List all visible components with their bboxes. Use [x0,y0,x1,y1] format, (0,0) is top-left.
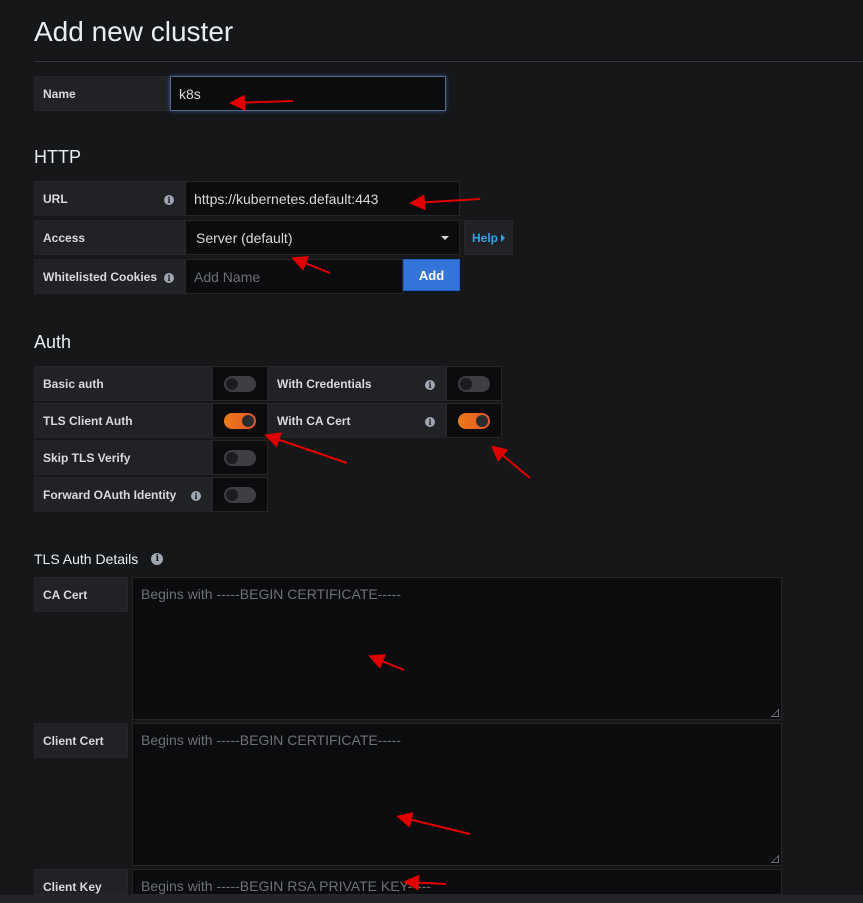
toggle-switch [224,486,256,503]
info-icon: i [151,553,164,565]
info-icon: i [425,416,435,427]
with-ca-cert-toggle[interactable] [446,403,502,438]
tls-details-title-text: TLS Auth Details [34,551,139,567]
forward-oauth-toggle[interactable] [212,477,268,512]
url-info-button[interactable]: i [164,192,174,206]
toggle-switch [224,412,256,429]
ca-cert-placeholder: Begins with -----BEGIN CERTIFICATE----- [141,586,402,602]
http-section-title: HTTP [34,147,81,167]
caret-down-icon [441,235,449,240]
forward-oauth-label: Forward OAuth Identity i [34,477,212,512]
basic-auth-toggle[interactable] [212,366,268,401]
toggle-switch [224,449,256,466]
info-icon: i [425,379,435,390]
client-cert-textarea[interactable]: Begins with -----BEGIN CERTIFICATE----- [132,723,782,866]
url-input[interactable]: https://kubernetes.default:443 [185,181,460,216]
tls-client-auth-label: TLS Client Auth [34,403,212,438]
client-key-textarea[interactable]: Begins with -----BEGIN RSA PRIVATE KEY--… [132,869,782,895]
client-key-label: Client Key [34,869,128,895]
page-title: Add new cluster [34,16,234,47]
whitelisted-cookies-label: Whitelisted Cookies i [34,259,185,294]
name-input-value: k8s [179,85,201,102]
with-ca-cert-label-text: With CA Cert [277,413,351,428]
basic-auth-label: Basic auth [34,366,212,401]
access-label: Access [34,220,185,255]
name-label: Name [34,76,170,111]
tls-details-title: TLS Auth Details i [34,551,164,567]
help-button-label: Help [471,230,498,245]
basic-auth-label-text: Basic auth [43,376,104,391]
tls-client-auth-label-text: TLS Client Auth [43,413,133,428]
toggle-switch [224,375,256,392]
with-credentials-label: With Credentials i [268,366,446,401]
cookie-name-input[interactable]: Add Name [185,259,403,294]
toggle-switch [458,412,490,429]
cookie-name-placeholder: Add Name [194,268,261,285]
access-select-value: Server (default) [196,229,293,246]
skip-tls-verify-label-text: Skip TLS Verify [43,450,131,465]
forward-oauth-label-text: Forward OAuth Identity [43,487,177,502]
client-cert-placeholder: Begins with -----BEGIN CERTIFICATE----- [141,732,402,748]
info-icon: i [164,194,174,205]
ca-cert-textarea[interactable]: Begins with -----BEGIN CERTIFICATE----- [132,577,782,720]
client-cert-label: Client Cert [34,723,128,758]
with-ca-cert-info-button[interactable]: i [425,414,435,428]
tls-client-auth-toggle[interactable] [212,403,268,438]
skip-tls-verify-label: Skip TLS Verify [34,440,212,475]
skip-tls-verify-toggle[interactable] [212,440,268,475]
add-cookie-button[interactable]: Add [403,259,460,291]
with-credentials-toggle[interactable] [446,366,502,401]
name-label-text: Name [43,86,76,101]
resize-grip-icon[interactable] [771,709,779,717]
with-credentials-label-text: With Credentials [277,376,372,391]
url-label: URL i [34,181,185,216]
cookies-label-text: Whitelisted Cookies [43,269,158,284]
auth-section-title: Auth [34,332,72,352]
bottom-scroll-bar [0,895,863,903]
toggle-switch [458,375,490,392]
access-select[interactable]: Server (default) [185,220,460,255]
url-label-text: URL [43,191,68,206]
client-key-placeholder: Begins with -----BEGIN RSA PRIVATE KEY--… [141,878,431,894]
with-ca-cert-label: With CA Cert i [268,403,446,438]
ca-cert-label: CA Cert [34,577,128,612]
forward-oauth-info-button[interactable]: i [191,488,201,502]
url-input-value: https://kubernetes.default:443 [194,190,379,207]
resize-grip-icon[interactable] [771,855,779,863]
help-button[interactable]: Help [464,220,513,255]
annotation-arrow-icon [264,432,348,464]
access-label-text: Access [43,230,86,245]
tls-details-info-button[interactable]: i [151,553,164,565]
caret-right-icon [501,233,505,242]
info-icon: i [164,272,174,283]
title-divider [34,61,863,62]
annotation-arrow-icon [490,445,531,479]
info-icon: i [191,490,201,501]
name-input[interactable]: k8s [170,76,446,111]
cookies-info-button[interactable]: i [164,270,174,284]
with-credentials-info-button[interactable]: i [425,377,435,391]
